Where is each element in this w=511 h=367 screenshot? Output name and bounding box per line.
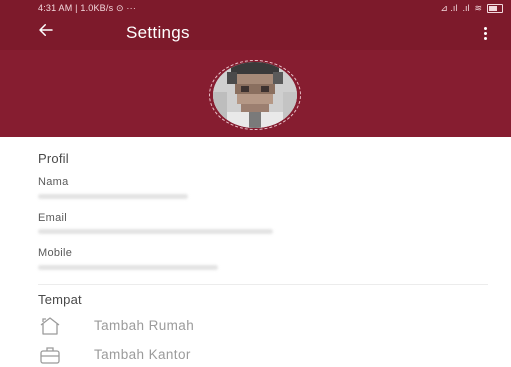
name-value-redacted[interactable] (38, 194, 188, 199)
add-home-item[interactable]: Tambah Rumah (38, 315, 478, 339)
profile-banner (0, 50, 511, 137)
add-office-item[interactable]: Tambah Kantor (38, 344, 478, 367)
page-title: Settings (126, 23, 190, 42)
name-label: Nama (38, 176, 69, 188)
mobile-label: Mobile (38, 247, 73, 259)
signal-secondary-icon: .ıl (462, 3, 470, 13)
add-office-label: Tambah Kantor (94, 347, 191, 362)
app-bar: Settings (0, 16, 511, 50)
settings-screen: 4:31 AM | 1.0KB/s ⊙ ··· ⊿ .ıl .ıl ≋ Sett… (0, 0, 511, 367)
avatar-image (213, 62, 297, 128)
wifi-icon: ≋ (474, 3, 482, 13)
battery-icon (487, 3, 503, 13)
status-bar: 4:31 AM | 1.0KB/s ⊙ ··· ⊿ .ıl .ıl ≋ (0, 0, 511, 16)
settings-content: Profil Nama Email Mobile Tempat Tambah R… (0, 137, 511, 367)
more-options-icon[interactable] (477, 21, 493, 45)
avatar[interactable] (213, 62, 297, 128)
section-divider (38, 284, 488, 285)
email-value-redacted[interactable] (38, 229, 273, 234)
profile-section-title: Profil (38, 151, 69, 166)
status-time: 4:31 AM | 1.0KB/s ⊙ ··· (38, 3, 137, 13)
add-home-label: Tambah Rumah (94, 318, 195, 333)
places-section-title: Tempat (38, 292, 82, 307)
briefcase-icon (38, 344, 62, 366)
email-label: Email (38, 212, 68, 224)
status-icons: ⊿ .ıl .ıl ≋ (440, 0, 503, 16)
back-arrow-glyph (39, 24, 53, 36)
back-arrow-icon[interactable] (34, 21, 58, 45)
mobile-value-redacted[interactable] (38, 265, 218, 270)
home-icon (38, 315, 62, 337)
signal-icon: ⊿ .ıl (440, 3, 458, 13)
